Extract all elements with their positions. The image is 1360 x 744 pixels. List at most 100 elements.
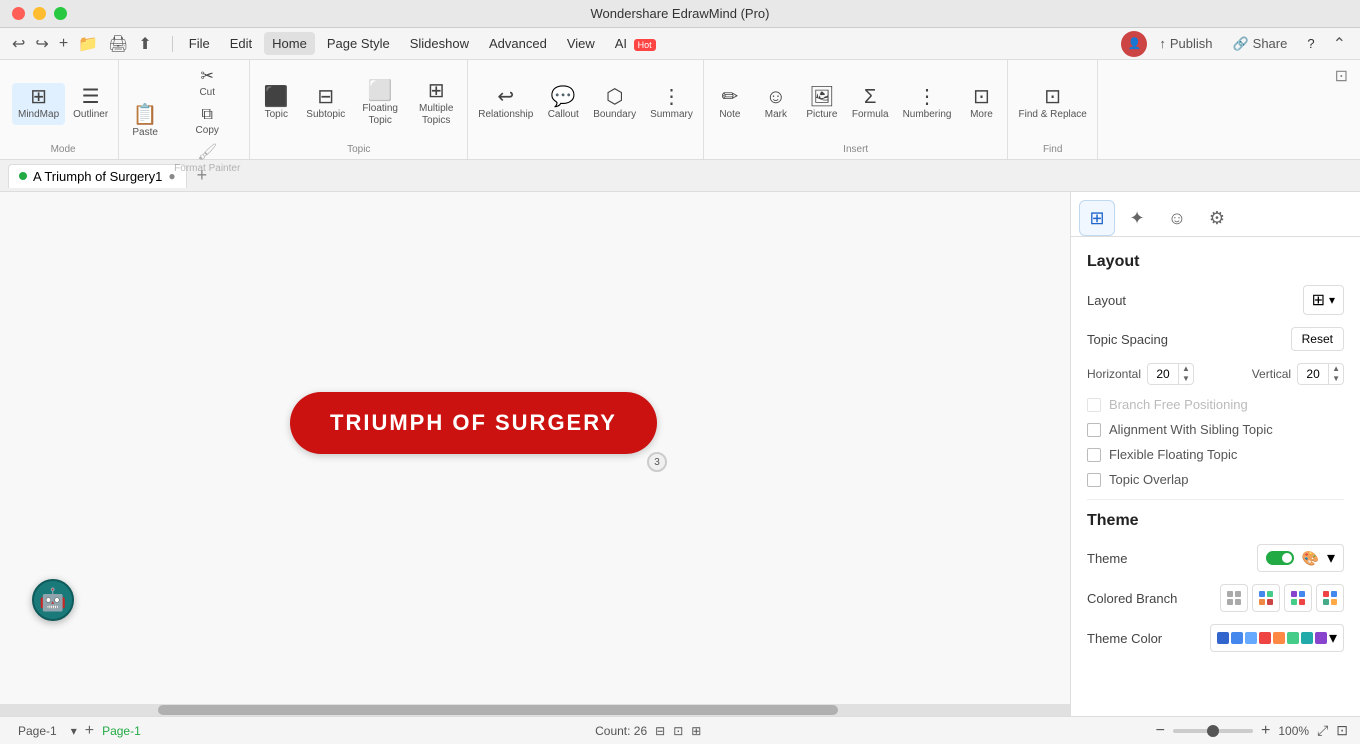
horizontal-value[interactable] — [1148, 365, 1178, 383]
mark-button[interactable]: ☺ Mark — [754, 83, 798, 125]
menu-file[interactable]: File — [181, 32, 218, 55]
more-button[interactable]: ⊡ More — [959, 83, 1003, 125]
vertical-input[interactable]: ▲ ▼ — [1297, 363, 1344, 385]
menu-edit[interactable]: Edit — [222, 32, 260, 55]
vertical-up-arrow[interactable]: ▲ — [1328, 364, 1343, 374]
copy-button[interactable]: ⧉ Copy — [169, 104, 245, 140]
help-button[interactable]: ? — [1299, 32, 1322, 55]
mindmap-icon: ⊞ — [30, 87, 47, 107]
multiple-topics-button[interactable]: ⊞ Multiple Topics — [409, 77, 463, 131]
current-tab[interactable]: A Triumph of Surgery1 ● — [8, 164, 187, 188]
zoom-thumb[interactable] — [1207, 725, 1219, 737]
flexible-checkbox[interactable] — [1087, 448, 1101, 462]
undo-button[interactable]: ↩ — [8, 32, 29, 56]
fit-screen-button[interactable]: ⊡ — [1336, 722, 1348, 739]
outliner-button[interactable]: ☰ Outliner — [67, 83, 114, 125]
menu-home[interactable]: Home — [264, 32, 315, 55]
open-button[interactable]: 📁 — [74, 32, 102, 56]
maximize-button[interactable] — [54, 7, 67, 20]
page-dropdown-arrow[interactable]: ▾ — [71, 724, 77, 738]
menu-slideshow[interactable]: Slideshow — [402, 32, 477, 55]
panel-tab-emoji[interactable]: ☺ — [1159, 200, 1195, 236]
summary-button[interactable]: ⋮ Summary — [644, 83, 699, 125]
paste-button[interactable]: 📋 Paste — [123, 101, 167, 143]
share-button[interactable]: 🔗 Share — [1224, 32, 1295, 56]
panel-tab-settings[interactable]: ⚙ — [1199, 200, 1235, 236]
branch-icon-2[interactable] — [1252, 584, 1280, 612]
horizontal-down-arrow[interactable]: ▼ — [1178, 374, 1193, 384]
print-button[interactable]: 🖨 — [104, 32, 132, 56]
picture-button[interactable]: 🖼 Picture — [800, 83, 844, 125]
color-swatch-5 — [1273, 632, 1285, 644]
toolbar-collapse-button[interactable]: ⊡ — [1335, 66, 1348, 86]
ai-assistant-button[interactable]: 🤖 — [32, 579, 74, 621]
new-tab-button[interactable]: + — [55, 33, 72, 55]
active-page-name[interactable]: Page-1 — [102, 724, 141, 738]
topic-button[interactable]: ⬛ Topic — [254, 83, 298, 125]
reset-button[interactable]: Reset — [1291, 327, 1344, 351]
theme-toggle-control[interactable]: 🎨 ▾ — [1257, 544, 1344, 572]
view-toggle-1[interactable]: ⊟ — [655, 724, 665, 738]
minimize-button[interactable] — [33, 7, 46, 20]
theme-toggle[interactable] — [1266, 551, 1294, 565]
topic-children-indicator[interactable]: 3 — [647, 452, 667, 472]
formula-button[interactable]: Σ Formula — [846, 83, 895, 125]
cut-button[interactable]: ✂ Cut — [169, 66, 245, 102]
color-dropdown-arrow: ▾ — [1329, 628, 1337, 648]
vertical-down-arrow[interactable]: ▼ — [1328, 374, 1343, 384]
collapse-button[interactable]: ⌃ — [1327, 32, 1352, 56]
menu-page-style[interactable]: Page Style — [319, 32, 398, 55]
relationship-button[interactable]: ↩ Relationship — [472, 83, 539, 125]
numbering-button[interactable]: ⋮ Numbering — [897, 83, 958, 125]
export-button[interactable]: ⬆ — [134, 32, 155, 56]
boundary-button[interactable]: ⬡ Boundary — [587, 83, 642, 125]
count-text: Count: 26 — [595, 724, 647, 738]
vertical-spacing-control: Vertical ▲ ▼ — [1252, 363, 1344, 385]
vertical-value[interactable] — [1298, 365, 1328, 383]
horizontal-input[interactable]: ▲ ▼ — [1147, 363, 1194, 385]
add-page-button[interactable]: + — [85, 722, 94, 740]
close-button[interactable] — [12, 7, 25, 20]
scrollbar-thumb[interactable] — [158, 705, 838, 715]
central-topic[interactable]: TRIUMPH OF SURGERY — [290, 392, 657, 454]
view-toggle-3[interactable]: ⊞ — [691, 724, 701, 738]
branch-icon-4[interactable] — [1316, 584, 1344, 612]
page-1-button[interactable]: Page-1 — [12, 722, 63, 740]
subtopic-button[interactable]: ⊟ Subtopic — [300, 83, 351, 125]
alignment-checkbox[interactable] — [1087, 423, 1101, 437]
callout-button[interactable]: 💬 Callout — [541, 83, 585, 125]
note-button[interactable]: ✏ Note — [708, 83, 752, 125]
find-replace-button[interactable]: ⊡ Find & Replace — [1012, 83, 1092, 125]
branch-icon-3[interactable] — [1284, 584, 1312, 612]
format-painter-button[interactable]: 🖌 Format Painter — [169, 142, 245, 178]
zoom-in-button[interactable]: + — [1261, 722, 1270, 740]
publish-button[interactable]: ↑ Publish — [1151, 32, 1220, 55]
theme-color-swatches[interactable]: ▾ — [1210, 624, 1344, 652]
branch-free-checkbox[interactable] — [1087, 398, 1101, 412]
menu-view[interactable]: View — [559, 32, 603, 55]
view-toggle-2[interactable]: ⊡ — [673, 724, 683, 738]
branch-grid-icon — [1226, 590, 1242, 606]
central-topic-text: TRIUMPH OF SURGERY — [330, 410, 617, 436]
user-avatar[interactable]: 👤 — [1121, 31, 1147, 57]
floating-topic-button[interactable]: ⬜ Floating Topic — [353, 77, 407, 131]
redo-button[interactable]: ↪ — [31, 32, 52, 56]
horizontal-scrollbar[interactable] — [0, 704, 1070, 716]
horizontal-up-arrow[interactable]: ▲ — [1178, 364, 1193, 374]
branch-icon-1[interactable] — [1220, 584, 1248, 612]
status-left: Page-1 ▾ + Page-1 — [12, 722, 141, 740]
zoom-slider[interactable] — [1173, 729, 1253, 733]
mindmap-button[interactable]: ⊞ MindMap — [12, 83, 65, 125]
fullscreen-button[interactable]: ⤢ — [1317, 722, 1328, 739]
menu-advanced[interactable]: Advanced — [481, 32, 555, 55]
overlap-checkbox[interactable] — [1087, 473, 1101, 487]
layout-select[interactable]: ⊞ ▾ — [1303, 285, 1344, 315]
theme-section-title: Theme — [1087, 512, 1344, 530]
flexible-label: Flexible Floating Topic — [1109, 447, 1237, 462]
panel-tab-style[interactable]: ✦ — [1119, 200, 1155, 236]
menu-ai[interactable]: AI Hot — [607, 32, 664, 55]
canvas-area[interactable]: TRIUMPH OF SURGERY 3 🤖 — [0, 192, 1070, 716]
panel-tab-layout[interactable]: ⊞ — [1079, 200, 1115, 236]
window-controls — [12, 7, 67, 20]
zoom-out-button[interactable]: − — [1156, 722, 1165, 740]
